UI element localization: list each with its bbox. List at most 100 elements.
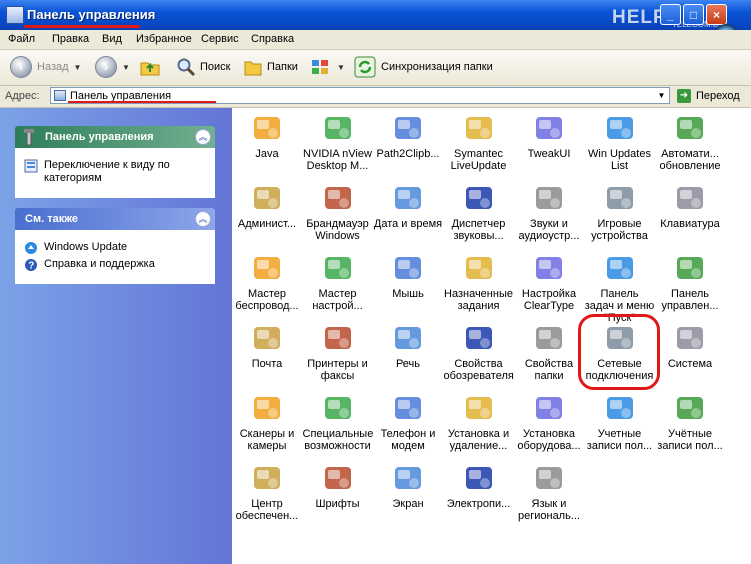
control-panel-item[interactable]: Свойства обозревателя — [444, 322, 514, 382]
control-panel-item[interactable]: Java — [232, 112, 302, 160]
control-panel-item[interactable]: Сканеры и камеры — [232, 392, 302, 452]
maximize-button[interactable]: □ — [683, 4, 704, 25]
item-label: Symantec LiveUpdate — [450, 148, 507, 172]
control-panel-item[interactable]: Телефон и модем — [373, 392, 443, 452]
control-panel-item[interactable]: Учетные записи пол... — [585, 392, 655, 452]
control-panel-item[interactable]: Звуки и аудиоустр... — [514, 182, 584, 242]
control-panel-item[interactable]: Учётные записи пол... — [655, 392, 725, 452]
menu-tools[interactable]: Сервис — [201, 33, 239, 45]
control-panel-item[interactable]: Принтеры и факсы — [303, 322, 373, 382]
menu-edit[interactable]: Правка — [52, 33, 89, 45]
control-panel-item[interactable]: Брандмауэр Windows — [303, 182, 373, 242]
control-panel-item[interactable]: Система — [655, 322, 725, 370]
admin-tools-icon — [254, 187, 280, 209]
folder-options-icon — [536, 327, 562, 349]
menu-help[interactable]: Справка — [251, 33, 294, 45]
menu-file[interactable]: Файл — [8, 33, 35, 45]
control-panel-item[interactable]: Админист... — [232, 182, 302, 230]
up-folder-button[interactable] — [139, 54, 161, 80]
switch-view-link[interactable]: Переключение к виду по категориям — [24, 159, 206, 185]
control-panel-item[interactable]: Свойства папки — [514, 322, 584, 382]
windows-update-label: Windows Update — [44, 241, 128, 253]
scanners-icon — [254, 397, 280, 419]
search-icon — [177, 58, 196, 77]
user-accounts-icon — [606, 397, 633, 419]
user-accounts-2-icon — [677, 397, 703, 419]
control-panel-item[interactable]: Панель управлен... — [655, 252, 725, 312]
search-button[interactable]: Поиск — [176, 54, 230, 80]
item-label: Админист... — [237, 218, 297, 230]
item-label: Звуки и аудиоустр... — [518, 218, 580, 242]
control-panel-item[interactable]: Электропи... — [444, 462, 514, 510]
control-panel-item[interactable]: TweakUI — [514, 112, 584, 160]
collapse-icon[interactable]: ︽ — [195, 211, 211, 227]
control-panel-item[interactable]: Мастер настрой... — [303, 252, 373, 312]
item-label: Установка оборудова... — [517, 428, 581, 452]
control-panel-box: Панель управления ︽ Переключение к виду … — [15, 126, 215, 198]
control-panel-item[interactable]: Шрифты — [303, 462, 373, 510]
control-panel-item[interactable]: Установка и удаление... — [444, 392, 514, 452]
close-button[interactable]: × — [706, 4, 727, 25]
control-panel-item[interactable]: Специальные возможности — [303, 392, 373, 452]
item-label: NVIDIA nView Desktop M... — [303, 148, 372, 172]
tweakui-icon — [536, 117, 562, 139]
item-label: Специальные возможности — [302, 428, 374, 452]
address-dropdown-icon[interactable]: ▼ — [654, 88, 669, 103]
control-panel-item[interactable]: Центр обеспечен... — [232, 462, 302, 522]
control-panel-item[interactable]: Экран — [373, 462, 443, 510]
menu-view[interactable]: Вид — [102, 33, 122, 45]
control-panel-item[interactable]: Мышь — [373, 252, 443, 300]
control-panel-item[interactable]: Настройка ClearType — [514, 252, 584, 312]
item-label: Win Updates List — [588, 148, 651, 172]
forward-button[interactable]: › ▼ — [95, 54, 130, 80]
wireless-wizard-icon — [254, 257, 280, 279]
control-panel-item[interactable]: Речь — [373, 322, 443, 370]
sync-button[interactable]: Синхронизация папки — [354, 54, 493, 80]
control-panel-item[interactable]: Игровые устройства — [585, 182, 655, 242]
control-panel-item[interactable]: Клавиатура — [655, 182, 725, 230]
sounds-icon — [536, 187, 562, 209]
control-panel-item[interactable]: Почта — [232, 322, 302, 370]
control-panel-item[interactable]: Мастер беспровод... — [232, 252, 302, 312]
item-label: Мастер настрой... — [312, 288, 363, 312]
control-panel-item[interactable]: Установка оборудова... — [514, 392, 584, 452]
item-label: Мышь — [392, 288, 424, 300]
menu-favorites[interactable]: Избранное — [136, 33, 192, 45]
help-support-link[interactable]: ? Справка и поддержка — [24, 258, 206, 272]
views-button[interactable]: ▼ — [310, 54, 345, 80]
item-label: Дата и время — [373, 218, 443, 230]
system-icon — [677, 327, 703, 349]
control-panel-item[interactable]: Диспетчер звуковы... — [444, 182, 514, 242]
item-label: Игровые устройства — [591, 218, 648, 242]
control-panel-item[interactable]: NVIDIA nView Desktop M... — [303, 112, 373, 172]
control-panel-item[interactable]: Автомати... обновление — [655, 112, 725, 172]
accessibility-icon — [324, 397, 351, 419]
control-panel-item[interactable]: Win Updates List — [585, 112, 655, 172]
see-also-box: См. также ︽ Windows Update ? Справка и п… — [15, 208, 215, 284]
folders-button[interactable]: Папки — [243, 54, 298, 80]
nvidia-icon — [324, 117, 351, 139]
symantec-icon — [465, 117, 492, 139]
item-label: Path2Clipb... — [376, 148, 440, 160]
toolbar: ‹ Назад ▼ › ▼ Поиск Папки ▼ Синхронизаци… — [0, 50, 751, 86]
address-field[interactable]: Панель управления ▼ — [50, 87, 670, 104]
control-panel-item[interactable]: Дата и время — [373, 182, 443, 230]
windows-update-link[interactable]: Windows Update — [24, 241, 206, 254]
go-button[interactable]: ➜ Переход — [677, 89, 740, 103]
control-panel-header[interactable]: Панель управления ︽ — [15, 126, 215, 148]
back-button[interactable]: ‹ Назад ▼ — [10, 54, 81, 80]
minimize-button[interactable]: _ — [660, 4, 681, 25]
item-label: Настройка ClearType — [521, 288, 577, 312]
collapse-icon[interactable]: ︽ — [195, 129, 211, 145]
control-panel-item[interactable]: Path2Clipb... — [373, 112, 443, 160]
item-label: Язык и региональ... — [517, 498, 581, 522]
see-also-body: Windows Update ? Справка и поддержка — [15, 230, 215, 284]
control-panel-item[interactable]: Язык и региональ... — [514, 462, 584, 522]
control-panel-item[interactable]: Назначенные задания — [444, 252, 514, 312]
path2clipboard-icon — [395, 117, 421, 139]
see-also-header[interactable]: См. также ︽ — [15, 208, 215, 230]
address-highlight — [68, 101, 216, 103]
back-arrow-icon: ‹ — [10, 56, 32, 78]
control-panel-item[interactable]: Symantec LiveUpdate — [444, 112, 514, 172]
item-label: Мастер беспровод... — [235, 288, 299, 312]
